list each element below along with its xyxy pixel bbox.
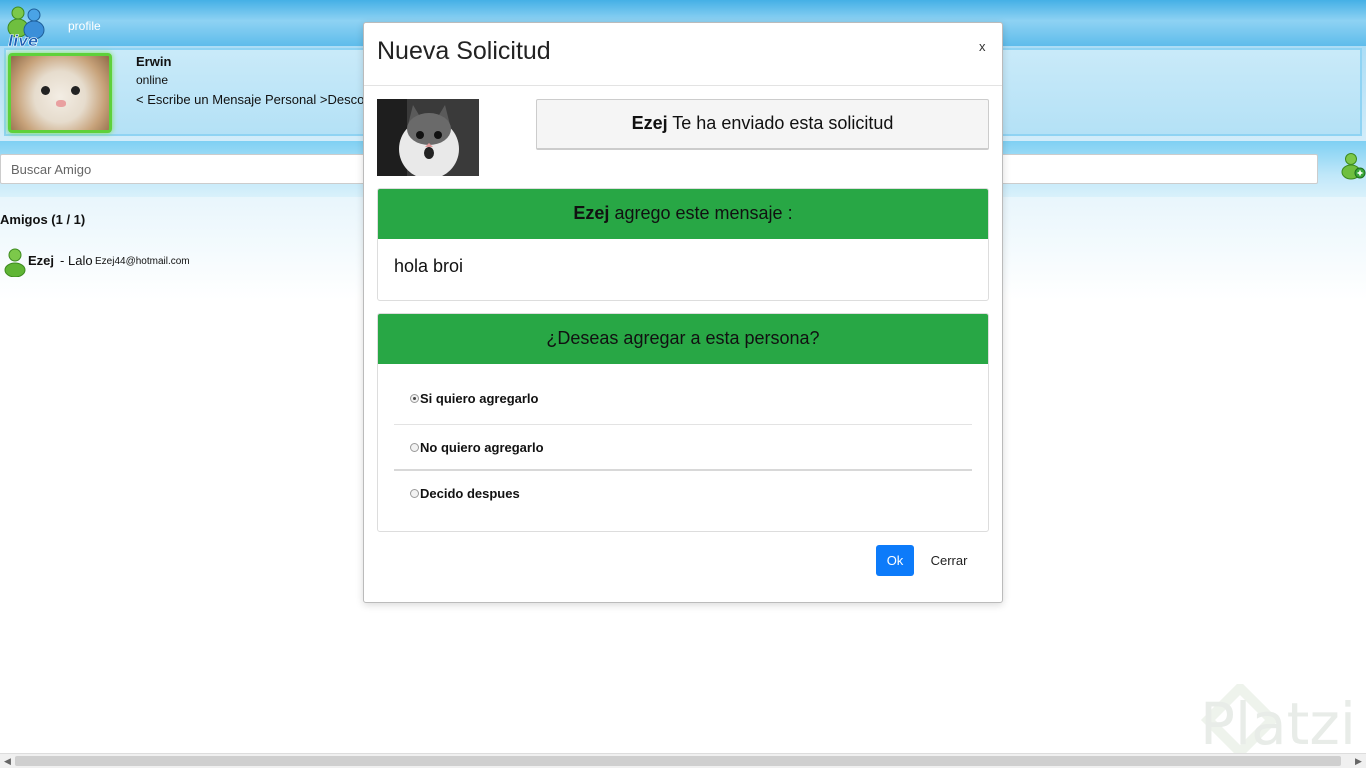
personal-message[interactable]: < Escribe un Mensaje Personal >Desco (136, 92, 364, 107)
message-card: Ezej agrego este mensaje : hola broi (377, 188, 989, 301)
avatar-eye-right-icon (71, 86, 80, 95)
friends-header: Amigos (1 / 1) (0, 212, 86, 227)
avatar[interactable] (8, 53, 112, 133)
friend-nickname: Lalo (68, 253, 93, 268)
friend-request-modal: Nueva Solicitud x Ezej Te ha enviado est… (363, 22, 1003, 603)
option-label: No quiero agregarlo (420, 440, 544, 455)
option-decide-later[interactable]: Decido despues (394, 469, 972, 514)
friend-separator: - (60, 253, 65, 268)
avatar-nose-icon (56, 100, 66, 107)
message-card-header: Ezej agrego este mensaje : (378, 189, 988, 239)
option-label: Decido despues (420, 486, 520, 501)
friend-status-icon (4, 248, 26, 277)
user-name: Erwin (136, 54, 172, 69)
message-header-text: agrego este mensaje : (614, 203, 793, 223)
question-card: ¿Deseas agregar a esta persona? Si quier… (377, 313, 989, 532)
option-add-no[interactable]: No quiero agregarlo (394, 424, 972, 469)
friend-email: Ezej44@hotmail.com (95, 256, 190, 267)
add-friend-icon[interactable] (1340, 152, 1366, 180)
radio-yes[interactable] (410, 394, 419, 403)
horizontal-scrollbar[interactable]: ◀ ▶ (0, 753, 1366, 768)
modal-title: Nueva Solicitud (377, 37, 551, 65)
close-button[interactable]: x (979, 39, 986, 54)
platzi-watermark: Platzi (1200, 690, 1356, 758)
modal-divider (364, 85, 1002, 86)
scroll-left-icon[interactable]: ◀ (1, 755, 14, 768)
sender-name: Ezej (631, 113, 668, 133)
friend-name: Ezej (28, 253, 55, 268)
cerrar-button[interactable]: Cerrar (922, 545, 976, 576)
messenger-logo-icon: live (7, 6, 45, 48)
profile-link[interactable]: profile (68, 19, 101, 33)
sender-photo (377, 99, 479, 176)
ok-button[interactable]: Ok (876, 545, 914, 576)
radio-no[interactable] (410, 443, 419, 452)
radio-later[interactable] (410, 489, 419, 498)
scrollbar-thumb[interactable] (15, 756, 1341, 766)
sent-text: Te ha enviado esta solicitud (672, 113, 894, 133)
option-add-yes[interactable]: Si quiero agregarlo (394, 376, 972, 421)
scroll-right-icon[interactable]: ▶ (1352, 755, 1365, 768)
option-label: Si quiero agregarlo (420, 391, 539, 406)
question-header: ¿Deseas agregar a esta persona? (378, 314, 988, 364)
message-body: hola broi (394, 256, 464, 276)
request-sent-box: Ezej Te ha enviado esta solicitud (536, 99, 989, 150)
avatar-eye-left-icon (41, 86, 50, 95)
message-sender-name: Ezej (573, 203, 610, 223)
user-status[interactable]: online (136, 73, 168, 87)
svg-text:live: live (8, 32, 38, 48)
